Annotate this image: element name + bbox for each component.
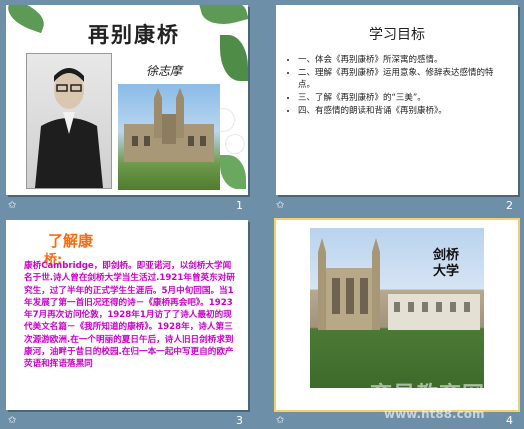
slide-sorter-pane: 再别康桥 徐志摩 ✩ 1 学习目标 • 一、体会《再别康桥》所深寓的感情。 • … <box>0 0 524 429</box>
slide-number: 4 <box>506 414 513 427</box>
objectives-list: 一、体会《再别康桥》所深寓的感情。 二、理解《再别康桥》运用意象、修辞表达感情的… <box>286 54 508 118</box>
leaf-decoration <box>220 155 246 189</box>
list-item: 三、了解《再别康桥》的“三美”。 <box>298 92 508 104</box>
leaf-decoration <box>199 5 248 31</box>
star-transition-icon[interactable]: ✩ <box>8 200 16 211</box>
watermark-text: 育星教育网 <box>370 383 486 408</box>
slide-heading: 学习目标 <box>369 27 425 43</box>
watermark-url: www.ht88.com <box>384 407 485 421</box>
college-photo <box>118 84 220 190</box>
star-transition-icon[interactable]: ✩ <box>276 415 284 426</box>
leaf-decoration <box>220 35 248 81</box>
star-transition-icon[interactable]: ✩ <box>8 415 16 426</box>
list-item: 一、体会《再别康桥》所深寓的感情。 <box>298 54 508 66</box>
slide-number: 1 <box>236 199 243 212</box>
list-item: 四、有感情的朗读和背诵《再别康桥》。 <box>298 105 508 117</box>
portrait-photo <box>26 53 112 189</box>
slide-body-text: 康桥Cambridge，即剑桥。即亚诺河，以剑桥大学闻名于世.诗人曾在剑桥大学当… <box>24 261 235 370</box>
slide-number: 2 <box>506 199 513 212</box>
slide-heading: 了解康 <box>48 232 94 250</box>
caption-line: 大学 <box>432 264 459 279</box>
star-transition-icon[interactable]: ✩ <box>276 200 284 211</box>
caption-line: 剑桥 <box>432 248 459 263</box>
slide-thumbnail-2[interactable]: 学习目标 一、体会《再别康桥》所深寓的感情。 二、理解《再别康桥》运用意象、修辞… <box>276 5 518 195</box>
list-item: 二、理解《再别康桥》运用意象、修辞表达感情的特点。 <box>298 67 508 91</box>
slide-thumbnail-3[interactable]: 了解康 桥: 康桥Cambridge，即剑桥。即亚诺河，以剑桥大学闻名于世.诗人… <box>6 220 248 410</box>
slide-title: 再别康桥 <box>88 22 180 47</box>
leaf-decoration <box>6 5 49 34</box>
flower-decoration <box>226 135 244 153</box>
slide-thumbnail-1[interactable]: 再别康桥 徐志摩 <box>6 5 248 195</box>
slide-number: 3 <box>236 414 243 427</box>
photo-caption: 剑桥 大学 <box>416 248 476 280</box>
slide-author: 徐志摩 <box>146 64 183 78</box>
